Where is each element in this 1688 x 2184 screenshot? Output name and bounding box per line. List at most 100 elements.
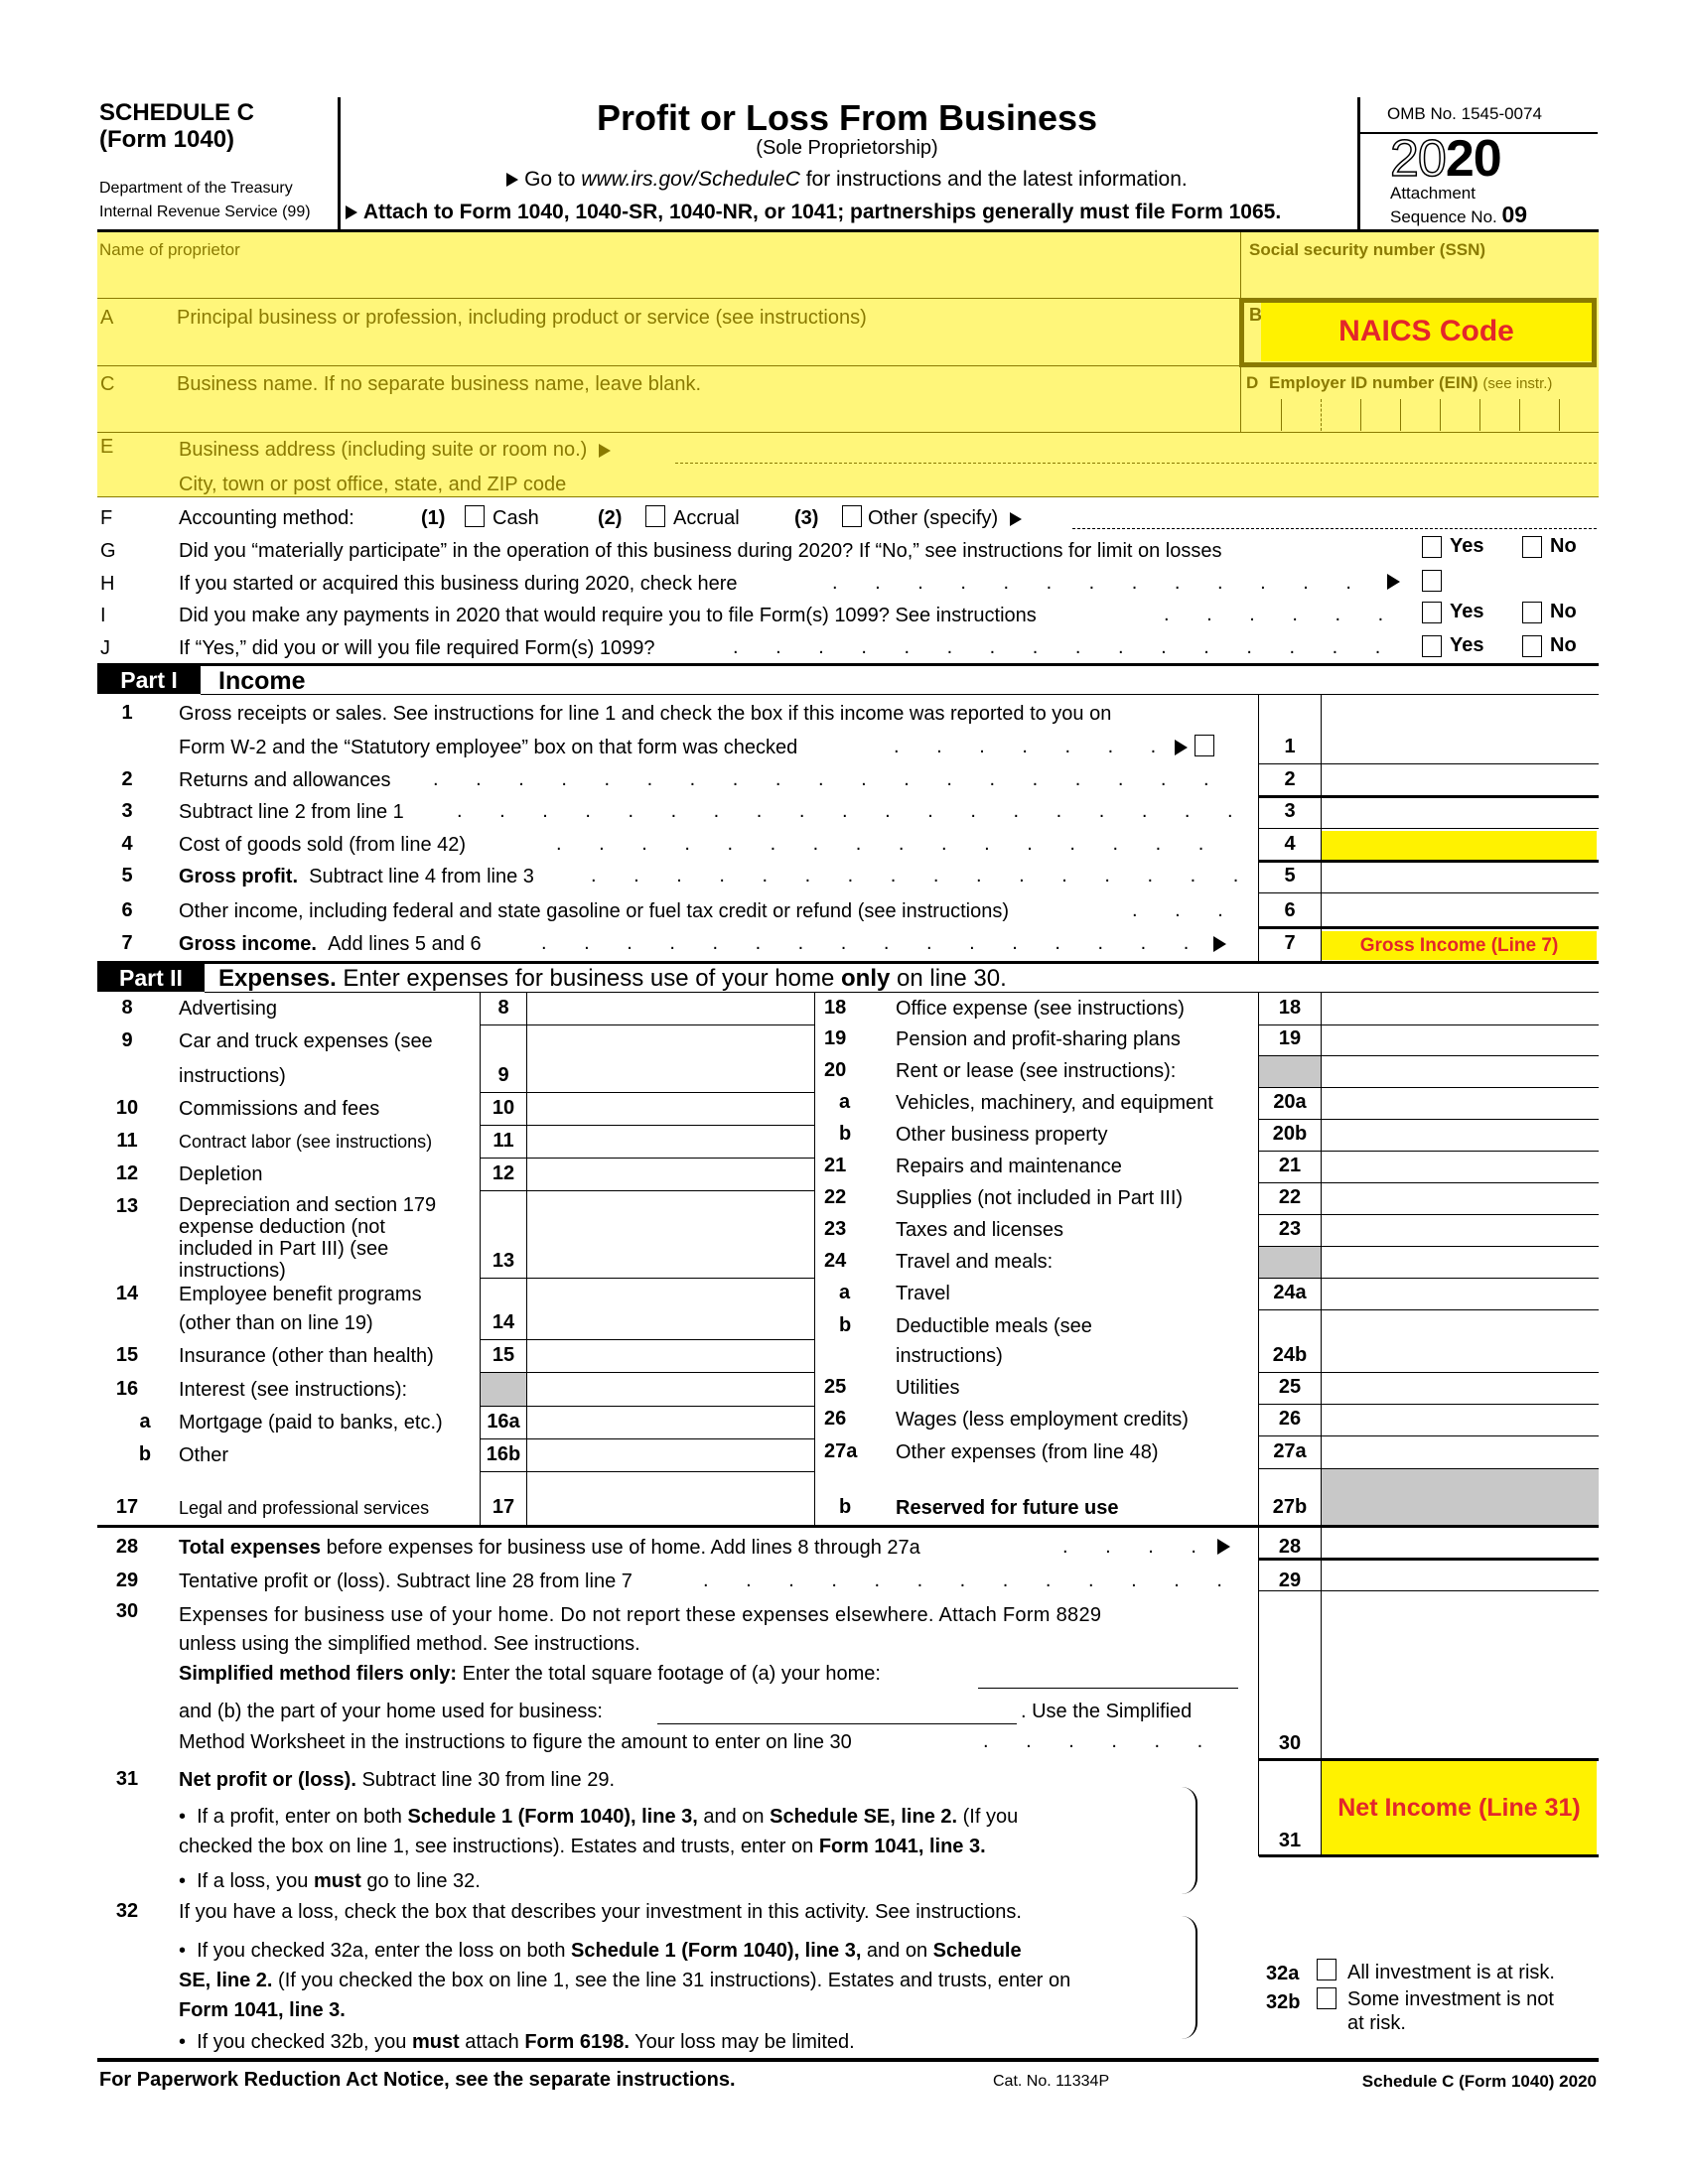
line-28-label: Total expenses before expenses for busin… — [179, 1536, 920, 1560]
tax-year: 2020 — [1389, 130, 1501, 188]
cash-checkbox[interactable] — [465, 505, 485, 527]
line-11-amount[interactable] — [527, 1126, 814, 1159]
principal-business-label: Principal business or profession, includ… — [177, 307, 867, 329]
method-1-number: (1) — [421, 507, 446, 529]
all-at-risk-checkbox[interactable] — [1317, 1959, 1336, 1980]
city-state-zip-field[interactable] — [675, 465, 1597, 494]
line-17-amount[interactable] — [527, 1472, 814, 1525]
line-30-worksheet: Method Worksheet in the instructions to … — [179, 1731, 852, 1753]
no-label: No — [1550, 535, 1577, 557]
line-12-amount[interactable] — [527, 1159, 814, 1191]
line-3-text: Subtract line 2 from line 1 — [179, 801, 404, 823]
line-4-amount[interactable] — [1322, 831, 1597, 861]
line-10-amount[interactable] — [527, 1093, 814, 1126]
line-29-box-label: 29 — [1278, 1570, 1302, 1591]
line-1-number: 1 — [121, 702, 133, 724]
arrow-icon — [1387, 574, 1400, 590]
line-5-amount[interactable] — [1322, 862, 1599, 893]
line-6-amount[interactable] — [1322, 893, 1599, 928]
form-subtitle: (Sole Proprietorship) — [756, 137, 938, 159]
line-8-number: 8 — [121, 997, 133, 1019]
form-1099-filed-no-checkbox[interactable] — [1522, 635, 1542, 657]
other-method-checkbox[interactable] — [842, 505, 862, 527]
business-address-field[interactable] — [675, 433, 1597, 464]
line-21-label: Repairs and maintenance — [896, 1156, 1122, 1177]
line-8-amount[interactable] — [527, 993, 814, 1025]
line-29-number: 29 — [115, 1570, 139, 1591]
form-1099-required-yes-checkbox[interactable] — [1422, 602, 1442, 623]
part2-title-bold: Expenses. — [218, 965, 337, 992]
form-1099-required-no-checkbox[interactable] — [1522, 602, 1542, 623]
line-9-box-label: 9 — [497, 1064, 509, 1086]
line-7-label: Gross income. Add lines 5 and 6 — [179, 932, 482, 956]
line-23-amount[interactable] — [1322, 1215, 1599, 1247]
line-24b-amount[interactable] — [1322, 1310, 1599, 1373]
accrual-checkbox[interactable] — [645, 505, 665, 527]
some-not-at-risk-checkbox[interactable] — [1317, 1987, 1336, 2009]
line-22-amount[interactable] — [1322, 1183, 1599, 1215]
cash-label: Cash — [492, 507, 539, 529]
line-13-amount[interactable] — [527, 1191, 814, 1279]
line-30-amount[interactable] — [1322, 1592, 1599, 1759]
line-15-amount[interactable] — [527, 1340, 814, 1373]
line-6-rule — [1259, 926, 1599, 929]
bullet-bold: must — [411, 2031, 460, 2053]
material-participation-yes-checkbox[interactable] — [1422, 536, 1442, 558]
line-16a-number: a — [139, 1411, 151, 1433]
line-22-label: Supplies (not included in Part III) — [896, 1187, 1184, 1209]
line-27a-amount[interactable] — [1322, 1436, 1599, 1469]
line-2-amount[interactable] — [1322, 764, 1599, 797]
line-2-box-label: 2 — [1284, 768, 1296, 790]
started-acquired-checkbox[interactable] — [1422, 570, 1442, 592]
line-11-label: Contract labor (see instructions) — [179, 1132, 433, 1152]
line-29-label: Tentative profit or (loss). Subtract lin… — [179, 1570, 633, 1592]
line-7-bold: Gross income. — [179, 933, 317, 955]
line-14-amount[interactable] — [527, 1279, 814, 1340]
ein-field[interactable] — [1241, 397, 1599, 432]
bullet-bold: Form 6198. — [524, 2031, 630, 2053]
line-28-amount[interactable] — [1322, 1528, 1599, 1560]
line-20b-amount[interactable] — [1322, 1120, 1599, 1152]
line-1-label-cont: Form W-2 and the “Statutory employee” bo… — [179, 737, 798, 758]
line-29-amount[interactable] — [1322, 1561, 1599, 1590]
line-27b-label: Reserved for future use — [896, 1497, 1119, 1519]
line-24b-number: b — [839, 1314, 852, 1336]
material-participation-no-checkbox[interactable] — [1522, 536, 1542, 558]
bullet-text: and on — [697, 1806, 771, 1828]
line-18-amount[interactable] — [1322, 993, 1599, 1025]
some-not-at-risk-text-1: Some investment is not — [1347, 1988, 1554, 2010]
no-label: No — [1550, 634, 1577, 656]
line-26-amount[interactable] — [1322, 1405, 1599, 1436]
business-square-footage-input[interactable] — [657, 1700, 1017, 1724]
statutory-employee-checkbox[interactable] — [1195, 735, 1214, 756]
line-25-amount[interactable] — [1322, 1373, 1599, 1405]
line-19-amount[interactable] — [1322, 1025, 1599, 1056]
attach-text: Attach to Form 1040, 1040-SR, 1040-NR, o… — [362, 201, 1282, 223]
part2-title: Expenses. Enter expenses for business us… — [218, 965, 1007, 993]
line-1-amount[interactable] — [1322, 695, 1599, 764]
irs-url-link[interactable]: www.irs.gov/ScheduleC — [581, 168, 800, 191]
line-26-box-label: 26 — [1278, 1408, 1302, 1430]
line-24a-amount[interactable] — [1322, 1279, 1599, 1310]
line-21-amount[interactable] — [1322, 1152, 1599, 1183]
tax-year-outline: 20 — [1389, 130, 1447, 188]
line-16a-amount[interactable] — [527, 1407, 814, 1439]
line-4-text: Cost of goods sold (from line 42) — [179, 834, 467, 856]
line-9-amount[interactable] — [527, 1025, 814, 1093]
proprietor-name-field[interactable] — [97, 232, 1239, 298]
attach-line: Attach to Form 1040, 1040-SR, 1040-NR, o… — [346, 201, 1281, 224]
line-32b-label: 32b — [1266, 1991, 1301, 2013]
form-title: Profit or Loss From Business — [596, 97, 1098, 138]
home-square-footage-input[interactable] — [978, 1663, 1238, 1689]
other-method-specify-field[interactable] — [1072, 504, 1597, 529]
bullet-text: and on — [861, 1940, 933, 1962]
line-24b-box-label: 24b — [1272, 1344, 1308, 1366]
line-4-label: Cost of goods sold (from line 42) — [179, 833, 466, 857]
catalog-number: Cat. No. 11334P — [993, 2073, 1110, 2090]
line-3-amount[interactable] — [1322, 797, 1599, 829]
part1-top-rule — [97, 663, 1599, 666]
line-20a-amount[interactable] — [1322, 1088, 1599, 1120]
line-6-label: Other income, including federal and stat… — [179, 899, 1009, 923]
form-1099-filed-yes-checkbox[interactable] — [1422, 635, 1442, 657]
line-16b-amount[interactable] — [527, 1439, 814, 1472]
